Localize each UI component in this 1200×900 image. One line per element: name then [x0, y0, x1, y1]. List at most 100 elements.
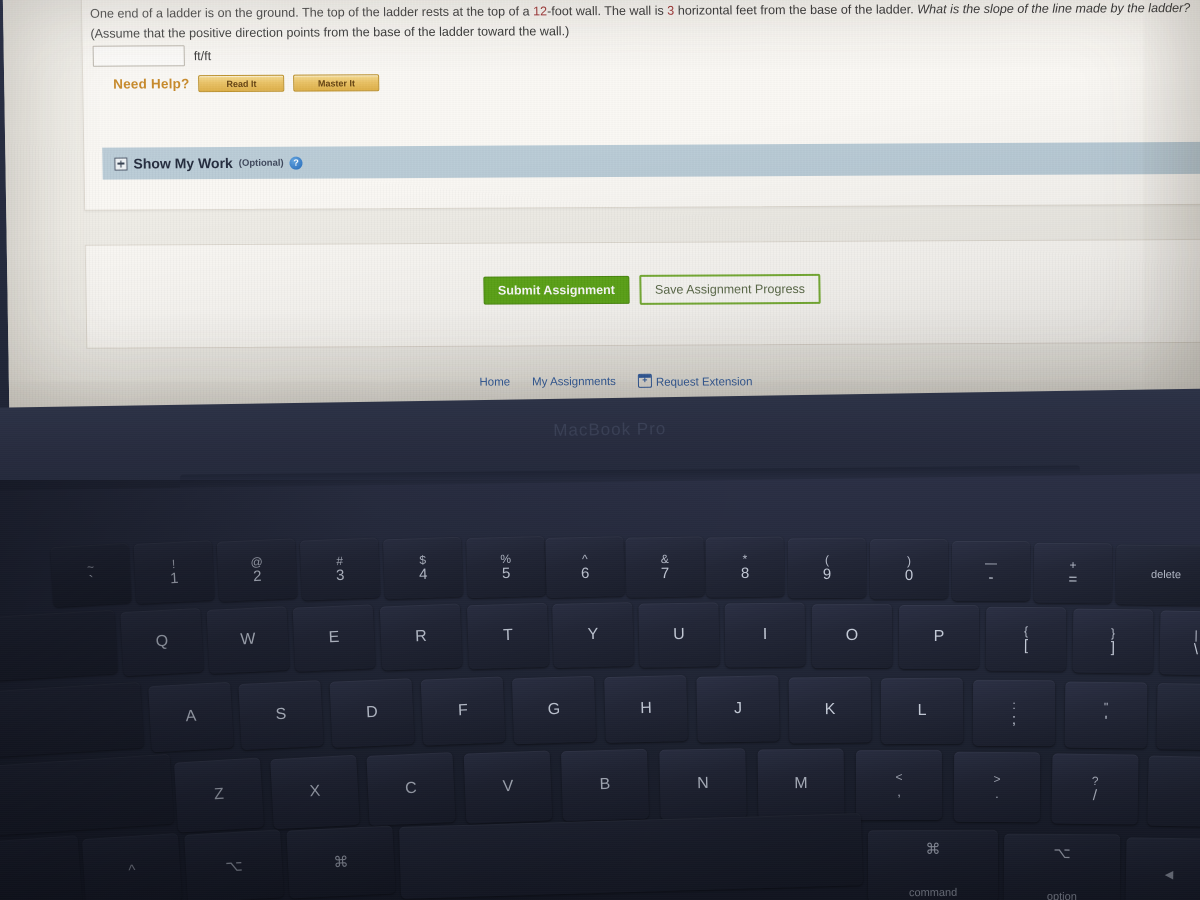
- key-k-label: K: [824, 700, 836, 719]
- key-control[interactable]: ^: [81, 833, 183, 900]
- key-bracket-left-label: [: [1023, 636, 1029, 654]
- key-z[interactable]: Z: [173, 757, 265, 833]
- webassign-page: One end of a ladder is on the ground. Th…: [2, 0, 1200, 410]
- key-bracket-right[interactable]: } ]: [1072, 608, 1154, 674]
- key-s[interactable]: S: [238, 679, 324, 751]
- key-6[interactable]: ^ 6: [545, 536, 625, 598]
- key-q-label: Q: [155, 632, 169, 651]
- key-comma[interactable]: < ,: [855, 749, 943, 821]
- key-command-right-label: command: [908, 886, 958, 900]
- key-t[interactable]: T: [466, 602, 550, 670]
- nav-my-assignments-link[interactable]: My Assignments: [532, 375, 616, 387]
- key-x[interactable]: X: [270, 754, 360, 830]
- question-card: One end of a ladder is on the ground. Th…: [80, 0, 1200, 211]
- key-command-right[interactable]: ⌘ command: [867, 829, 999, 900]
- key-q[interactable]: Q: [120, 607, 204, 677]
- key-backtick[interactable]: ~ `: [50, 542, 132, 608]
- key-5[interactable]: % 5: [466, 535, 546, 599]
- nav-home-link[interactable]: Home: [479, 376, 510, 388]
- key-b-label: B: [599, 775, 611, 794]
- key-2-label: 2: [252, 567, 262, 585]
- key-minus[interactable]: — -: [951, 540, 1031, 602]
- key-u[interactable]: U: [638, 602, 720, 668]
- key-8[interactable]: * 8: [705, 536, 785, 598]
- key-arrow-left[interactable]: ◀: [1125, 837, 1200, 900]
- key-quote-shift-label: ": [1103, 699, 1109, 714]
- key-g[interactable]: G: [511, 675, 597, 745]
- key-backslash[interactable]: | \: [1159, 610, 1200, 676]
- key-9[interactable]: ( 9: [787, 537, 867, 599]
- key-space[interactable]: [399, 813, 863, 899]
- action-button-row: Submit Assignment Save Assignment Progre…: [86, 272, 1200, 308]
- expand-plus-icon[interactable]: [114, 157, 128, 171]
- key-z-label: Z: [213, 785, 225, 804]
- help-question-icon[interactable]: ?: [289, 156, 303, 170]
- key-9-label: 9: [822, 565, 832, 583]
- key-c[interactable]: C: [366, 752, 456, 826]
- key-minus-shift-label: —: [985, 555, 998, 570]
- question-segment-3: horizontal feet from the base of the lad…: [674, 2, 918, 18]
- key-1[interactable]: ! 1: [133, 540, 215, 604]
- key-option-right[interactable]: ⌥ option: [1003, 833, 1121, 900]
- key-semicolon[interactable]: : ;: [972, 679, 1056, 747]
- key-a[interactable]: A: [148, 681, 234, 753]
- key-0[interactable]: ) 0: [869, 538, 949, 600]
- save-progress-button[interactable]: Save Assignment Progress: [639, 273, 821, 305]
- key-option-right-symbol: ⌥: [1053, 844, 1071, 863]
- key-semicolon-shift-label: :: [1012, 697, 1016, 712]
- key-fn[interactable]: [0, 835, 83, 900]
- key-6-shift-label: ^: [581, 551, 588, 566]
- key-v[interactable]: V: [463, 750, 553, 824]
- read-it-button[interactable]: Read It: [198, 74, 285, 93]
- show-my-work-band[interactable]: Show My Work (Optional) ?: [102, 141, 1200, 180]
- key-period-label: .: [995, 785, 999, 801]
- key-0-label: 0: [904, 566, 914, 584]
- key-l[interactable]: L: [880, 677, 964, 745]
- key-caps-lock[interactable]: caps lock: [0, 681, 144, 761]
- key-w[interactable]: W: [206, 606, 290, 674]
- key-p[interactable]: P: [898, 604, 980, 670]
- key-command-left-symbol: ⌘: [333, 853, 349, 872]
- key-b[interactable]: B: [560, 748, 650, 822]
- key-delete[interactable]: delete: [1115, 544, 1200, 606]
- key-d[interactable]: D: [329, 678, 415, 748]
- key-slash[interactable]: ? /: [1051, 753, 1139, 825]
- key-f[interactable]: F: [420, 676, 506, 746]
- key-d-label: D: [365, 703, 379, 722]
- key-y[interactable]: Y: [552, 601, 634, 669]
- key-7[interactable]: & 7: [625, 536, 705, 598]
- submit-assignment-button[interactable]: Submit Assignment: [482, 275, 631, 305]
- key-e[interactable]: E: [292, 604, 376, 672]
- key-tab[interactable]: tab: [0, 609, 118, 683]
- key-m[interactable]: M: [757, 748, 845, 820]
- key-y-label: Y: [587, 625, 599, 644]
- key-s-label: S: [275, 705, 287, 724]
- answer-input[interactable]: [92, 45, 185, 67]
- key-i-label: I: [762, 625, 768, 644]
- key-v-label: V: [502, 777, 514, 796]
- show-my-work-optional: (Optional): [238, 157, 284, 169]
- key-option-left[interactable]: ⌥: [184, 829, 284, 900]
- key-command-left[interactable]: ⌘: [286, 825, 396, 899]
- key-h[interactable]: H: [604, 674, 688, 744]
- key-j[interactable]: J: [696, 675, 780, 743]
- key-h-label: H: [639, 699, 652, 718]
- key-equals[interactable]: + =: [1033, 542, 1113, 604]
- key-l-label: L: [917, 701, 927, 720]
- key-1-shift-label: !: [171, 556, 176, 571]
- master-it-button[interactable]: Master It: [293, 74, 380, 92]
- key-quote[interactable]: " ': [1064, 681, 1148, 749]
- key-bracket-left[interactable]: { [: [985, 606, 1067, 672]
- key-period[interactable]: > .: [953, 751, 1041, 823]
- key-n[interactable]: N: [659, 748, 747, 820]
- key-shift-right[interactable]: [1147, 755, 1200, 829]
- key-2[interactable]: @ 2: [216, 538, 298, 602]
- key-3[interactable]: # 3: [299, 537, 381, 601]
- key-4[interactable]: $ 4: [382, 536, 464, 600]
- key-return[interactable]: [1156, 683, 1200, 751]
- nav-request-extension[interactable]: Request Extension: [637, 373, 753, 389]
- key-o[interactable]: O: [811, 603, 893, 669]
- key-i[interactable]: I: [724, 602, 806, 668]
- key-k[interactable]: K: [788, 676, 872, 744]
- key-r[interactable]: R: [379, 603, 463, 671]
